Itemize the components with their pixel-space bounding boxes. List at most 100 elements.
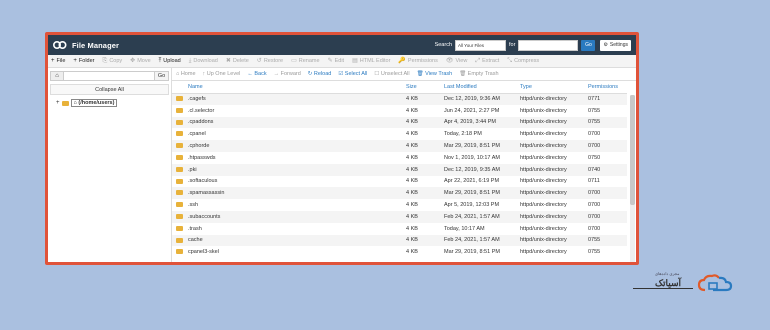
upload-icon: ⤒ bbox=[158, 58, 162, 64]
view-label: View bbox=[455, 58, 468, 64]
new-folder-button[interactable]: + Folder bbox=[73, 58, 94, 64]
cell-size: 4 KB bbox=[404, 234, 442, 247]
table-row[interactable]: .subaccounts 4 KB Feb 24, 2021, 1:57 AM htt… bbox=[172, 210, 627, 223]
compress-label: Compress bbox=[514, 58, 540, 64]
move-button[interactable]: ✥ Move bbox=[130, 58, 150, 64]
new-file-label: File bbox=[56, 58, 66, 64]
collapse-all-button[interactable]: Collapse All bbox=[50, 84, 169, 95]
table-row[interactable]: .trash 4 KB Today, 10:17 AM httpd/unix-dire… bbox=[172, 223, 627, 235]
cell-perm: 0700 bbox=[588, 131, 601, 138]
home-icon[interactable]: ⌂ bbox=[50, 71, 64, 81]
rename-button[interactable]: ▭ Rename bbox=[291, 58, 319, 64]
compress-icon: ⤡ bbox=[507, 58, 513, 64]
search-label: Search bbox=[434, 42, 453, 48]
expand-icon[interactable]: + bbox=[56, 100, 60, 106]
folder-icon bbox=[176, 213, 183, 219]
settings-button[interactable]: ⚙ Settings bbox=[600, 39, 631, 51]
edit-button[interactable]: ✎ Edit bbox=[328, 58, 345, 64]
table-row[interactable]: cache 4 KB Feb 24, 2021, 1:57 AM httpd/unix… bbox=[172, 234, 627, 247]
cell-size: 4 KB bbox=[404, 116, 442, 129]
table-row[interactable]: .pki 4 KB Dec 12, 2019, 9:35 AM httpd/unix-… bbox=[172, 163, 627, 176]
table-row[interactable]: .cpanel 4 KB Today, 2:18 PM httpd/unix-dire… bbox=[172, 128, 627, 140]
cell-perm: 0700 bbox=[586, 210, 627, 223]
new-file-button[interactable]: + File bbox=[51, 58, 65, 64]
scrollbar-thumb[interactable] bbox=[630, 95, 635, 205]
download-button[interactable]: ⤓ Download bbox=[189, 58, 218, 64]
nav-home[interactable]: ⌂ Home bbox=[176, 71, 196, 77]
copy-button[interactable]: ⎘ Copy bbox=[103, 58, 123, 64]
path-input[interactable] bbox=[64, 71, 155, 81]
nav-reload[interactable]: ↻ Reload bbox=[308, 71, 332, 77]
cell-type: httpd/unix-directory bbox=[520, 154, 567, 161]
table-row[interactable]: .htpasswds 4 KB Nov 1, 2019, 10:17 AM httpd… bbox=[172, 152, 627, 164]
path-go-button[interactable]: Go bbox=[155, 71, 169, 81]
cell-name: .cpaddons bbox=[186, 116, 404, 129]
html-editor-button[interactable]: ▤ HTML Editor bbox=[352, 58, 390, 64]
table-row[interactable]: .spamassassin 4 KB Mar 29, 2019, 8:51 PM ht… bbox=[172, 187, 627, 200]
row-icon-cell bbox=[172, 223, 186, 235]
table-row[interactable]: .cagefs 4 KB Dec 12, 2019, 9:36 AM httpd/un… bbox=[172, 93, 627, 105]
nav-back[interactable]: ← Back bbox=[247, 71, 266, 77]
col-size[interactable]: Size bbox=[404, 81, 442, 94]
file-rows: .cagefs 4 KB Dec 12, 2019, 9:36 AM httpd/un… bbox=[172, 93, 627, 258]
cell-modified: Feb 24, 2021, 1:57 AM bbox=[442, 234, 518, 247]
extract-button[interactable]: ⤢ Extract bbox=[475, 58, 499, 64]
tree-root[interactable]: + ⌂ (/home/users) bbox=[50, 99, 169, 107]
delete-button[interactable]: ✖ Delete bbox=[226, 58, 249, 64]
col-permissions[interactable]: Permissions bbox=[586, 81, 627, 94]
nav-reload-label: Reload bbox=[313, 71, 332, 77]
cell-name: .cphorde bbox=[186, 140, 404, 152]
folder-icon bbox=[61, 100, 69, 106]
upload-button[interactable]: ⤒ Upload bbox=[159, 58, 181, 64]
cell-name: .cagefs bbox=[186, 93, 404, 105]
nav-forward[interactable]: → Forward bbox=[274, 71, 301, 77]
nav-view-trash[interactable]: 🗑 View Trash bbox=[417, 71, 453, 77]
col-modified[interactable]: Last Modified bbox=[442, 81, 518, 94]
nav-up[interactable]: ↑ Up One Level bbox=[203, 71, 241, 77]
nav-home-label: Home bbox=[180, 71, 196, 77]
view-button[interactable]: 👁 View bbox=[446, 58, 467, 64]
permissions-button[interactable]: 🔑 Permissions bbox=[398, 58, 437, 64]
cell-modified: Today, 10:17 AM bbox=[444, 225, 485, 232]
cell-type: httpd/unix-directory bbox=[518, 210, 586, 223]
search-scope-select[interactable]: All Your Files bbox=[455, 39, 507, 51]
nav-home-icon: ⌂ bbox=[176, 71, 180, 77]
nav-select-all[interactable]: ☑ Select All bbox=[338, 71, 367, 77]
folder-icon bbox=[176, 166, 183, 172]
restore-button[interactable]: ↺ Restore bbox=[257, 58, 283, 64]
cell-type: httpd/unix-directory bbox=[518, 163, 586, 176]
nav-unselect-all[interactable]: ☐ Unselect All bbox=[374, 71, 409, 77]
table-row[interactable]: .cphorde 4 KB Mar 29, 2019, 8:51 PM httpd/u… bbox=[172, 140, 627, 152]
search-input[interactable] bbox=[518, 39, 579, 51]
search-scope-value: All Your Files bbox=[458, 42, 485, 48]
cell-modified: Apr 4, 2019, 3:44 PM bbox=[442, 116, 518, 129]
col-name[interactable]: Name bbox=[186, 81, 404, 94]
cpanel-logo-icon bbox=[53, 40, 67, 50]
cell-size: 4 KB bbox=[404, 163, 442, 176]
row-icon-cell bbox=[172, 116, 186, 129]
search-go-button[interactable]: Go bbox=[581, 39, 596, 51]
cell-name: .htpasswds bbox=[188, 154, 216, 161]
cell-perm: 0700 bbox=[588, 225, 601, 232]
cell-name: .cpanel bbox=[188, 131, 206, 138]
cell-type: httpd/unix-directory bbox=[520, 107, 567, 114]
cell-modified: Mar 29, 2019, 8:51 PM bbox=[442, 140, 518, 152]
cloud-logo-icon bbox=[697, 274, 733, 292]
sidebar: ⌂ Go Collapse All + ⌂ (/home/users) bbox=[48, 68, 172, 262]
table-row[interactable]: cpanel3-skel 4 KB Mar 29, 2019, 8:51 PM htt… bbox=[172, 246, 627, 258]
compress-button[interactable]: ⤡ Compress bbox=[507, 58, 539, 64]
folder-icon bbox=[176, 178, 183, 184]
delete-label: Delete bbox=[232, 58, 249, 64]
table-row[interactable]: .cpaddons 4 KB Apr 4, 2019, 3:44 PM httpd/u… bbox=[172, 116, 627, 129]
cell-perm: 0700 bbox=[586, 140, 627, 152]
table-row[interactable]: .cl.selector 4 KB Jun 24, 2021, 2:27 PM htt… bbox=[172, 105, 627, 117]
folder-icon bbox=[176, 143, 183, 149]
table-row[interactable]: .ssh 4 KB Apr 5, 2019, 12:03 PM httpd/unix-… bbox=[172, 199, 627, 211]
table-row[interactable]: .softaculous 4 KB Apr 22, 2021, 6:19 PM htt… bbox=[172, 176, 627, 188]
cell-name: cache bbox=[186, 234, 404, 247]
cell-type: httpd/unix-directory bbox=[520, 225, 567, 232]
nav-empty-trash[interactable]: 🗑 Empty Trash bbox=[459, 71, 498, 77]
col-type[interactable]: Type bbox=[518, 81, 586, 94]
cell-modified: Jun 24, 2021, 2:27 PM bbox=[444, 107, 500, 114]
cell-size: 4 KB bbox=[404, 187, 442, 200]
